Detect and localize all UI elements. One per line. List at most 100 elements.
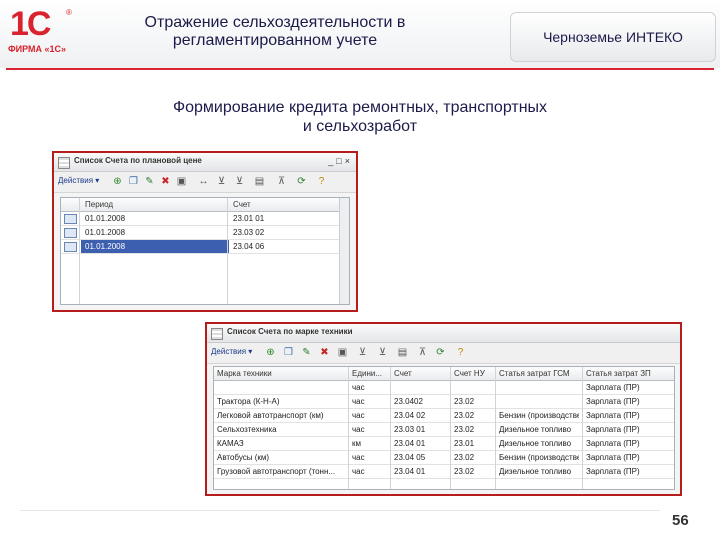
table-row[interactable]: 01.01.2008 23.03 02 bbox=[61, 226, 349, 240]
window-titlebar: Список Счета по плановой цене _□× bbox=[54, 153, 356, 172]
table-row[interactable]: Сельхозтехника час 23.03 01 23.02 Дизель… bbox=[214, 423, 674, 437]
table-row[interactable]: Автобусы (км) час 23.04 05 23.02 Бензин … bbox=[214, 451, 674, 465]
copy-icon[interactable]: ❐ bbox=[128, 176, 139, 187]
column-fuel-cost-item[interactable]: Статья затрат ГСМ bbox=[499, 369, 579, 378]
filter-selection-icon[interactable]: ⊻ bbox=[234, 176, 245, 187]
logo-mark: 1С bbox=[10, 5, 51, 43]
window-title: Список Счета по марке техники bbox=[227, 327, 353, 336]
post-icon[interactable]: ▣ bbox=[337, 347, 348, 358]
cell-fuel-cost-item: Дизельное топливо bbox=[499, 439, 572, 448]
slide-title-line2: и сельхозработ bbox=[302, 118, 418, 135]
filter-list-icon[interactable]: ▤ bbox=[254, 176, 265, 187]
slide-title-line1: Формирование кредита ремонтных, транспор… bbox=[172, 99, 548, 116]
cell-account: 23.04 05 bbox=[394, 453, 426, 462]
cell-period: 01.01.2008 bbox=[81, 240, 229, 253]
cell-period: 01.01.2008 bbox=[85, 214, 126, 223]
table-row[interactable]: час Зарплата (ПР) bbox=[214, 381, 674, 395]
help-icon[interactable]: ? bbox=[316, 176, 327, 187]
period-icon[interactable]: ↔ bbox=[198, 176, 209, 187]
cell-account: 23.03 02 bbox=[233, 228, 265, 237]
cell-unit: км bbox=[352, 439, 361, 448]
planned-price-accounts-window: Список Счета по плановой цене _□× Действ… bbox=[52, 151, 358, 312]
column-period[interactable]: Период bbox=[85, 200, 113, 209]
vertical-scrollbar[interactable] bbox=[339, 198, 349, 304]
cell-fuel-cost-item: Дизельное топливо bbox=[499, 425, 572, 434]
add-icon[interactable]: ⊕ bbox=[112, 176, 123, 187]
cell-equipment-brand: Сельхозтехника bbox=[217, 425, 277, 434]
header-title-line2: регламентированном учете bbox=[172, 32, 378, 49]
record-icon bbox=[64, 242, 77, 252]
cell-salary-cost-item: Зарплата (ПР) bbox=[586, 411, 640, 420]
maximize-icon[interactable]: □ bbox=[336, 156, 344, 166]
cell-salary-cost-item: Зарплата (ПР) bbox=[586, 383, 640, 392]
window-toolbar: Действия ▾ ⊕ ❐ ✎ ✖ ▣ ⊻ ⊻ ▤ ⊼ ⟳ ? bbox=[207, 343, 680, 364]
cell-fuel-cost-item: Бензин (производствен... bbox=[499, 411, 579, 420]
cell-salary-cost-item: Зарплата (ПР) bbox=[586, 453, 640, 462]
post-icon[interactable]: ▣ bbox=[176, 176, 187, 187]
cell-unit: час bbox=[352, 425, 365, 434]
column-salary-cost-item[interactable]: Статья затрат ЗП bbox=[586, 369, 666, 378]
cell-unit: час bbox=[352, 467, 365, 476]
window-titlebar: Список Счета по марке техники bbox=[207, 324, 680, 343]
refresh-icon[interactable]: ⟳ bbox=[435, 347, 446, 358]
equipment-brand-table: Марка техники Едини... Счет Счет НУ Стат… bbox=[213, 366, 675, 490]
cell-account: 23.04 01 bbox=[394, 467, 426, 476]
edit-icon[interactable]: ✎ bbox=[301, 347, 312, 358]
filter-icon[interactable]: ⊻ bbox=[357, 347, 368, 358]
actions-menu-button[interactable]: Действия ▾ bbox=[58, 176, 99, 185]
add-icon[interactable]: ⊕ bbox=[265, 347, 276, 358]
record-icon bbox=[64, 214, 77, 224]
cell-equipment-brand: Автобусы (км) bbox=[217, 453, 270, 462]
table-row[interactable]: 01.01.2008 23.01 01 bbox=[61, 212, 349, 226]
cell-account: 23.04 02 bbox=[394, 411, 426, 420]
header-title: Отражение сельхоздеятельности в регламен… bbox=[90, 14, 460, 50]
cell-equipment-brand: КАМАЗ bbox=[217, 439, 244, 448]
edit-icon[interactable]: ✎ bbox=[144, 176, 155, 187]
page-number: 56 bbox=[672, 512, 689, 529]
cell-unit: час bbox=[352, 383, 365, 392]
clear-filter-icon[interactable]: ⊼ bbox=[417, 347, 428, 358]
cell-tax-account: 23.02 bbox=[454, 467, 475, 476]
slide-header: 1С ® ФИРМА «1С» Отражение сельхоздеятель… bbox=[0, 0, 720, 68]
cell-salary-cost-item: Зарплата (ПР) bbox=[586, 439, 640, 448]
help-icon[interactable]: ? bbox=[455, 347, 466, 358]
table-row[interactable]: Легковой автотранспорт (км) час 23.04 02… bbox=[214, 409, 674, 423]
actions-menu-button[interactable]: Действия ▾ bbox=[211, 347, 252, 356]
column-equipment-brand[interactable]: Марка техники bbox=[217, 369, 345, 378]
window-toolbar: Действия ▾ ⊕ ❐ ✎ ✖ ▣ ↔ ⊻ ⊻ ▤ ⊼ ⟳ ? bbox=[54, 172, 356, 193]
column-account[interactable]: Счет bbox=[233, 200, 251, 209]
column-divider bbox=[450, 367, 451, 489]
column-divider bbox=[348, 367, 349, 489]
table-row[interactable]: КАМАЗ км 23.04 01 23.01 Дизельное топлив… bbox=[214, 437, 674, 451]
table-row-selected[interactable]: 01.01.2008 23.04 06 bbox=[61, 240, 349, 254]
close-icon[interactable]: × bbox=[345, 156, 353, 166]
footer-divider bbox=[20, 510, 660, 511]
column-unit[interactable]: Едини... bbox=[352, 369, 388, 378]
cell-account: 23.04 06 bbox=[233, 242, 265, 251]
refresh-icon[interactable]: ⟳ bbox=[296, 176, 307, 187]
cell-tax-account: 23.01 bbox=[454, 439, 475, 448]
cell-account: 23.0402 bbox=[394, 397, 423, 406]
cell-salary-cost-item: Зарплата (ПР) bbox=[586, 425, 640, 434]
cell-tax-account: 23.02 bbox=[454, 397, 475, 406]
logo-registered-mark: ® bbox=[66, 8, 72, 17]
cell-equipment-brand: Трактора (К-Н-А) bbox=[217, 397, 280, 406]
logo-firm-name: ФИРМА «1С» bbox=[8, 44, 67, 54]
header-partner-label: Черноземье ИНТЕКО bbox=[543, 29, 683, 45]
copy-icon[interactable]: ❐ bbox=[283, 347, 294, 358]
cell-fuel-cost-item: Бензин (производствен... bbox=[499, 453, 579, 462]
cell-unit: час bbox=[352, 397, 365, 406]
column-account[interactable]: Счет bbox=[394, 369, 444, 378]
table-row[interactable]: Трактора (К-Н-А) час 23.0402 23.02 Зарпл… bbox=[214, 395, 674, 409]
table-row[interactable]: Грузовой автотранспорт (тонн... час 23.0… bbox=[214, 465, 674, 479]
column-divider bbox=[79, 198, 80, 304]
delete-icon[interactable]: ✖ bbox=[319, 347, 330, 358]
filter-selection-icon[interactable]: ⊻ bbox=[377, 347, 388, 358]
filter-icon[interactable]: ⊻ bbox=[216, 176, 227, 187]
window-controls: _□× bbox=[328, 156, 353, 166]
delete-icon[interactable]: ✖ bbox=[160, 176, 171, 187]
cell-tax-account: 23.02 bbox=[454, 425, 475, 434]
clear-filter-icon[interactable]: ⊼ bbox=[276, 176, 287, 187]
column-tax-account[interactable]: Счет НУ bbox=[454, 369, 490, 378]
filter-list-icon[interactable]: ▤ bbox=[397, 347, 408, 358]
